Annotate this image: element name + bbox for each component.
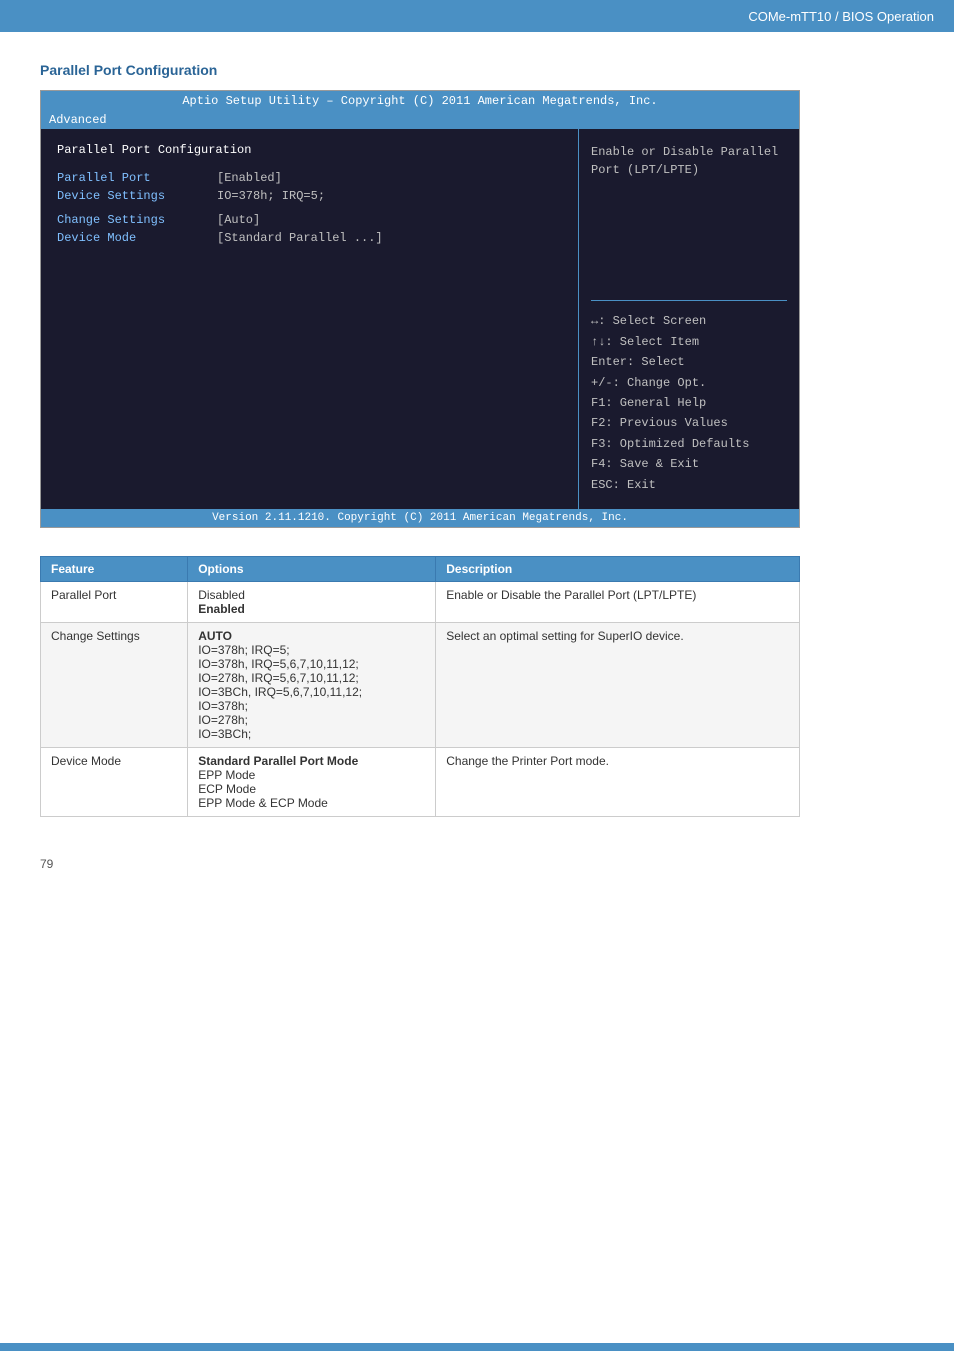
bios-keys: ↔: Select Screen ↑↓: Select Item Enter: …	[591, 300, 787, 495]
bios-key-f1: F1: General Help	[591, 393, 787, 413]
bios-row-change-settings: Change Settings [Auto]	[57, 213, 562, 227]
table-section: Feature Options Description Parallel Por…	[40, 556, 800, 817]
bios-key-select-item: ↑↓: Select Item	[591, 332, 787, 352]
option-enabled: Enabled	[198, 602, 245, 616]
feature-parallel-port: Parallel Port	[41, 582, 188, 623]
feature-device-mode: Device Mode	[41, 748, 188, 817]
bios-main-panel: Parallel Port Configuration Parallel Por…	[41, 129, 579, 509]
bios-body: Parallel Port Configuration Parallel Por…	[41, 129, 799, 509]
bios-value-device-settings: IO=378h; IRQ=5;	[217, 189, 325, 203]
bios-section-header: Parallel Port Configuration	[57, 143, 562, 157]
main-content: Parallel Port Configuration Aptio Setup …	[0, 32, 954, 901]
bios-value-device-mode: [Standard Parallel ...]	[217, 231, 383, 245]
bios-key-select-screen: ↔: Select Screen	[591, 311, 787, 331]
bios-value-change-settings: [Auto]	[217, 213, 260, 227]
desc-parallel-port: Enable or Disable the Parallel Port (LPT…	[436, 582, 800, 623]
bios-key-enter: Enter: Select	[591, 352, 787, 372]
option-standard-parallel: Standard Parallel Port Mode	[198, 754, 358, 768]
col-options: Options	[188, 557, 436, 582]
col-feature: Feature	[41, 557, 188, 582]
bios-menu-tab[interactable]: Advanced	[49, 113, 107, 127]
bios-key-esc: ESC: Exit	[591, 475, 787, 495]
bios-help-text: Enable or Disable Parallel Port (LPT/LPT…	[591, 143, 787, 179]
bios-screenshot: Aptio Setup Utility – Copyright (C) 2011…	[40, 90, 800, 528]
bios-key-f4: F4: Save & Exit	[591, 454, 787, 474]
bios-label-change-settings: Change Settings	[57, 213, 217, 227]
desc-change-settings: Select an optimal setting for SuperIO de…	[436, 623, 800, 748]
bios-row-parallel-port: Parallel Port [Enabled]	[57, 171, 562, 185]
feature-change-settings: Change Settings	[41, 623, 188, 748]
bottom-bar	[0, 1343, 954, 1351]
table-row: Change Settings AUTO IO=378h; IRQ=5; IO=…	[41, 623, 800, 748]
top-header: COMe-mTT10 / BIOS Operation	[0, 0, 954, 32]
bios-menu-bar: Advanced	[41, 111, 799, 129]
page-number: 79	[40, 857, 914, 871]
table-header-row: Feature Options Description	[41, 557, 800, 582]
bios-row-device-settings: Device Settings IO=378h; IRQ=5;	[57, 189, 562, 203]
bios-value-parallel-port: [Enabled]	[217, 171, 282, 185]
options-parallel-port: Disabled Enabled	[188, 582, 436, 623]
table-row: Device Mode Standard Parallel Port Mode …	[41, 748, 800, 817]
header-title: COMe-mTT10 / BIOS Operation	[748, 9, 934, 24]
bios-key-f2: F2: Previous Values	[591, 413, 787, 433]
table-row: Parallel Port Disabled Enabled Enable or…	[41, 582, 800, 623]
desc-device-mode: Change the Printer Port mode.	[436, 748, 800, 817]
section-title: Parallel Port Configuration	[40, 62, 914, 78]
option-auto: AUTO	[198, 629, 232, 643]
bios-key-change-opt: +/-: Change Opt.	[591, 373, 787, 393]
col-description: Description	[436, 557, 800, 582]
bios-title-bar: Aptio Setup Utility – Copyright (C) 2011…	[41, 91, 799, 111]
options-device-mode: Standard Parallel Port Mode EPP Mode ECP…	[188, 748, 436, 817]
bios-help-top: Enable or Disable Parallel Port (LPT/LPT…	[591, 143, 787, 179]
bios-label-device-mode: Device Mode	[57, 231, 217, 245]
bios-label-device-settings: Device Settings	[57, 189, 217, 203]
bios-right-panel: Enable or Disable Parallel Port (LPT/LPT…	[579, 129, 799, 509]
options-change-settings: AUTO IO=378h; IRQ=5; IO=378h, IRQ=5,6,7,…	[188, 623, 436, 748]
bios-label-parallel-port: Parallel Port	[57, 171, 217, 185]
feature-table: Feature Options Description Parallel Por…	[40, 556, 800, 817]
bios-row-device-mode: Device Mode [Standard Parallel ...]	[57, 231, 562, 245]
bios-footer: Version 2.11.1210. Copyright (C) 2011 Am…	[41, 509, 799, 527]
bios-key-f3: F3: Optimized Defaults	[591, 434, 787, 454]
